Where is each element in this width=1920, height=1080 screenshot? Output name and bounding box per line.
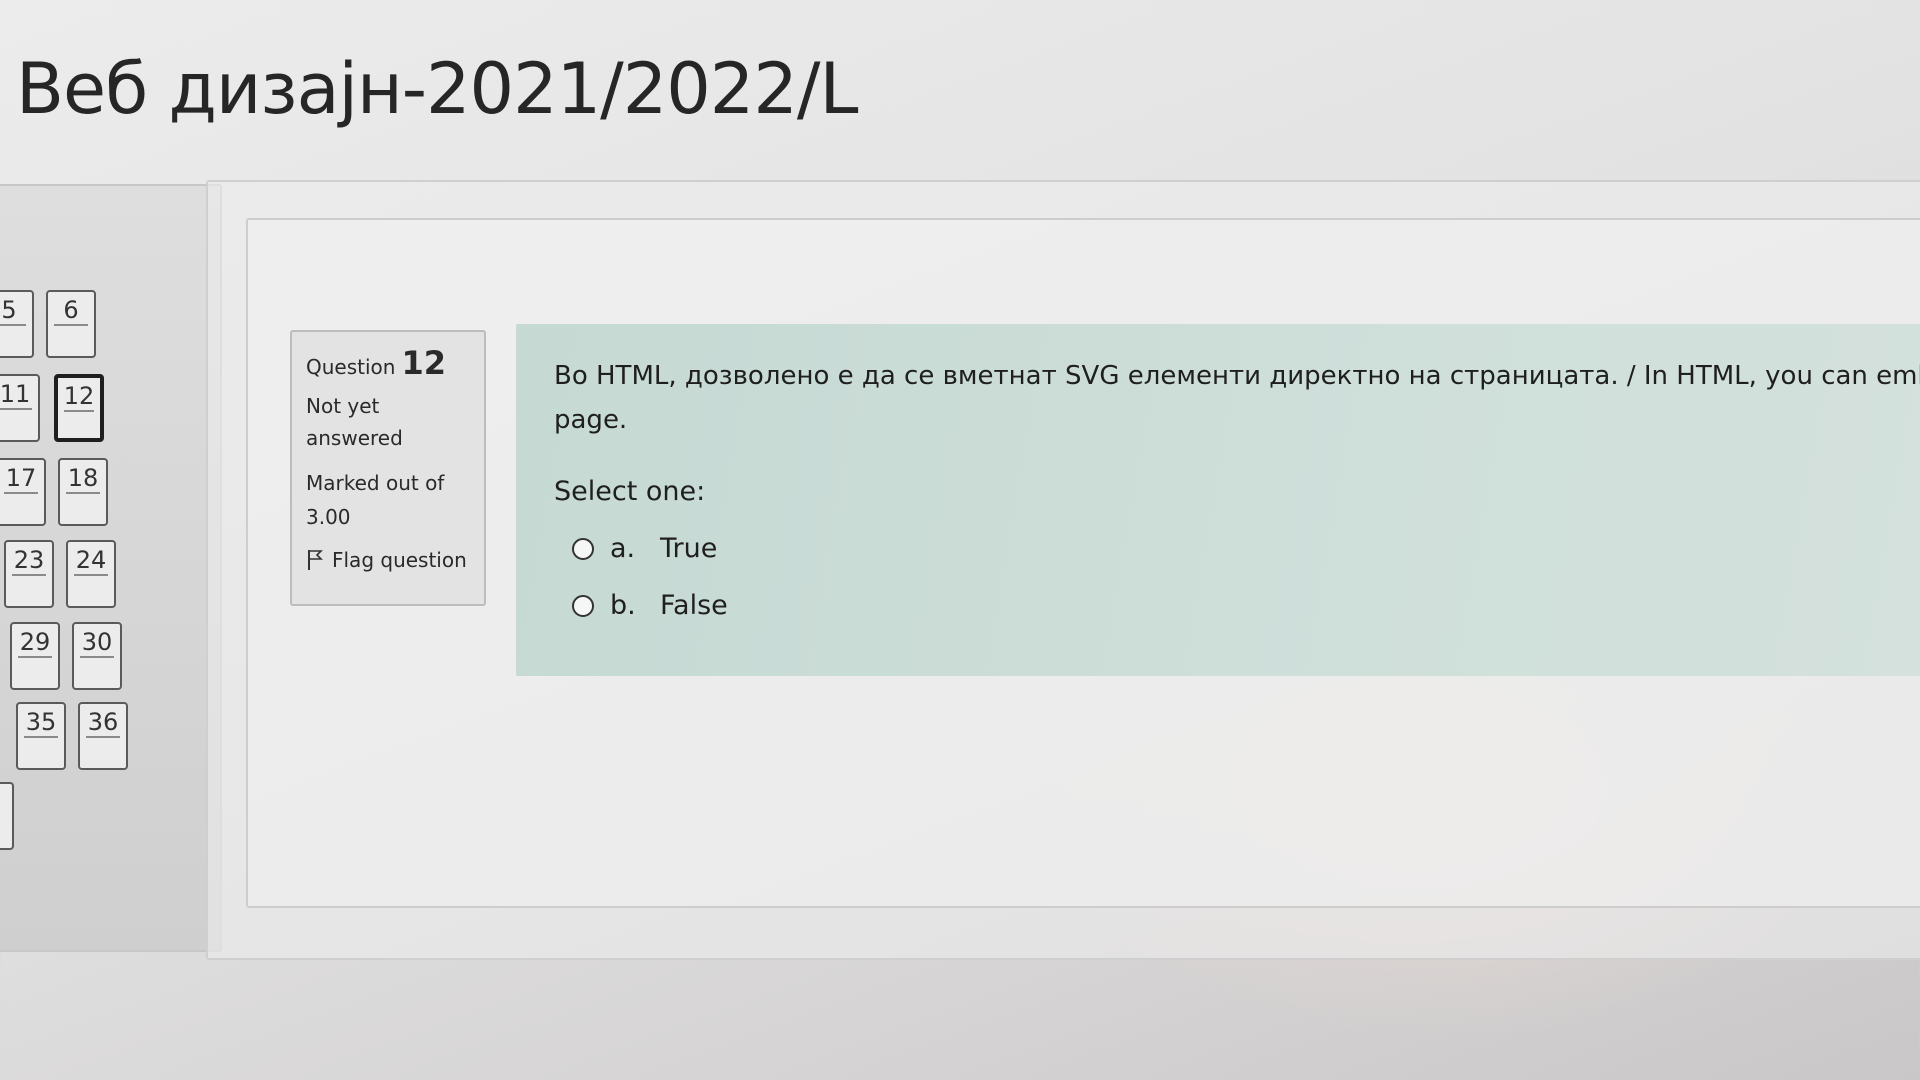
nav-question-label: 35 (25, 708, 57, 736)
question-grade-line: Marked out of (306, 471, 445, 495)
nav-question-label: 11 (0, 380, 31, 408)
question-grade-line: 3.00 (306, 505, 351, 529)
question-state-line: answered (306, 426, 403, 450)
nav-question-6[interactable]: 6 (46, 290, 96, 358)
nav-question-partial[interactable] (0, 782, 14, 850)
question-heading: Question 12 (306, 344, 470, 382)
question-number: 12 (401, 344, 446, 382)
nav-question-label: 12 (63, 382, 95, 410)
question-state-line: Not yet (306, 394, 380, 418)
nav-question-label: 36 (87, 708, 119, 736)
nav-question-label: 24 (75, 546, 107, 574)
nav-question-label: 5 (1, 296, 17, 324)
nav-question-5[interactable]: 5 (0, 290, 34, 358)
answer-option-true[interactable]: a. True (572, 533, 1898, 564)
nav-question-29[interactable]: 29 (10, 622, 60, 690)
nav-question-24[interactable]: 24 (66, 540, 116, 608)
nav-question-label: 29 (19, 628, 51, 656)
question-label: Question (306, 355, 396, 379)
question-info: Question 12 Not yet answered Marked out o… (290, 330, 486, 606)
nav-question-30[interactable]: 30 (72, 622, 122, 690)
nav-question-18[interactable]: 18 (58, 458, 108, 526)
nav-question-11[interactable]: 11 (0, 374, 40, 442)
nav-question-17[interactable]: 17 (0, 458, 46, 526)
page-title: Веб дизајн-2021/2022/L (16, 48, 858, 130)
nav-question-label: 23 (13, 546, 45, 574)
nav-question-12-current[interactable]: 12 (54, 374, 104, 442)
question-formulation: Во HTML, дозволено е да се вметнат SVG е… (516, 324, 1920, 676)
question-grade: Marked out of 3.00 (306, 466, 470, 534)
radio-icon[interactable] (572, 594, 594, 617)
nav-question-23[interactable]: 23 (4, 540, 54, 608)
nav-question-label: 17 (5, 464, 37, 492)
nav-question-label: 6 (63, 296, 79, 324)
answer-option-false[interactable]: b. False (572, 590, 1898, 621)
answer-label: False (660, 590, 728, 621)
question-text-line: Во HTML, дозволено е да се вметнат SVG е… (554, 361, 1920, 391)
radio-icon[interactable] (572, 537, 594, 560)
nav-question-label: 30 (81, 628, 113, 656)
nav-question-35[interactable]: 35 (16, 702, 66, 770)
answer-letter: b. (610, 590, 636, 621)
nav-question-label: 18 (67, 464, 99, 492)
flag-icon (308, 550, 323, 570)
answer-letter: a. (610, 533, 636, 564)
question-text-line: page. (554, 405, 628, 435)
answer-label: True (660, 533, 718, 564)
select-one-prompt: Select one: (554, 476, 706, 507)
flag-question-link[interactable]: Flag question (306, 548, 470, 572)
flag-question-label: Flag question (332, 548, 467, 572)
nav-question-36[interactable]: 36 (78, 702, 128, 770)
question-state: Not yet answered (306, 390, 470, 454)
